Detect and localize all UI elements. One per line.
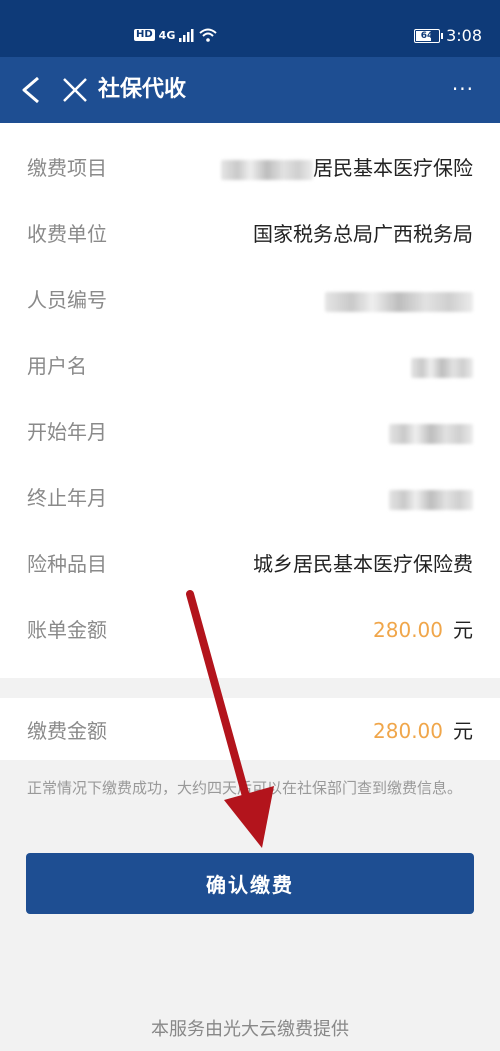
detail-label: 缴费项目 [27,156,107,180]
detail-label: 账单金额 [27,618,107,642]
detail-value: 居民基本医疗保险 [221,154,473,182]
detail-row-username: 用户名 [0,333,500,399]
payment-amount-unit: 元 [453,719,473,743]
detail-label: 险种品目 [27,552,107,576]
detail-row-insurance-type: 险种品目 城乡居民基本医疗保险费 [0,531,500,597]
confirm-payment-button[interactable]: 确认缴费 [26,853,474,914]
network-indicators: HD 4G [134,28,218,42]
payment-note: 正常情况下缴费成功，大约四天后可以在社保部门查到缴费信息。 [27,779,463,797]
detail-label: 人员编号 [27,288,107,312]
battery-icon: 64 [414,28,444,43]
bill-amount-unit: 元 [453,618,473,642]
detail-value [389,484,473,512]
detail-label: 终止年月 [27,486,107,510]
redacted-block [389,489,473,510]
detail-label: 收费单位 [27,222,107,246]
detail-label: 用户名 [27,354,87,378]
service-provider-footer: 本服务由光大云缴费提供 [151,1019,349,1040]
back-icon[interactable] [18,75,46,105]
redacted-block [325,291,473,312]
signal-icon [179,28,194,42]
detail-value: 国家税务总局广西税务局 [253,222,473,246]
close-icon[interactable] [62,77,88,103]
redacted-block [411,357,473,378]
status-bar: HD 4G 64 3:08 [0,0,500,57]
network-type: 4G [158,28,176,42]
hd-badge: HD [134,29,155,41]
detail-row-bill-amount: 账单金额 280.00 元 [0,597,500,663]
detail-value [411,352,473,380]
payment-amount: 280.00 元 [373,717,473,745]
payment-amount-value: 280.00 [373,719,443,743]
bill-amount-value: 280.00 [373,618,443,642]
bill-amount: 280.00 元 [373,616,473,644]
detail-row-start-month: 开始年月 [0,399,500,465]
detail-value [325,286,473,314]
payment-amount-card: 缴费金额 280.00 元 [0,698,500,760]
redacted-block [389,423,473,444]
detail-row-person-id: 人员编号 [0,267,500,333]
battery-level: 64 [420,30,434,41]
payment-amount-row: 缴费金额 280.00 元 [0,698,500,764]
payment-amount-label: 缴费金额 [27,719,107,743]
nav-bar: 社保代收 ··· [0,57,500,123]
detail-row-payment-item: 缴费项目 居民基本医疗保险 [0,135,500,201]
detail-row-payee: 收费单位 国家税务总局广西税务局 [0,201,500,267]
page-title: 社保代收 [98,77,187,102]
bill-details: 缴费项目 居民基本医疗保险 收费单位 国家税务总局广西税务局 人员编号 用户名 … [0,123,500,678]
redacted-block [221,159,313,180]
detail-value [389,418,473,446]
more-menu-button[interactable]: ··· [452,79,474,99]
detail-value: 城乡居民基本医疗保险费 [253,552,473,576]
detail-row-end-month: 终止年月 [0,465,500,531]
wifi-icon [199,28,218,42]
clock: 3:08 [446,26,482,45]
detail-label: 开始年月 [27,420,107,444]
